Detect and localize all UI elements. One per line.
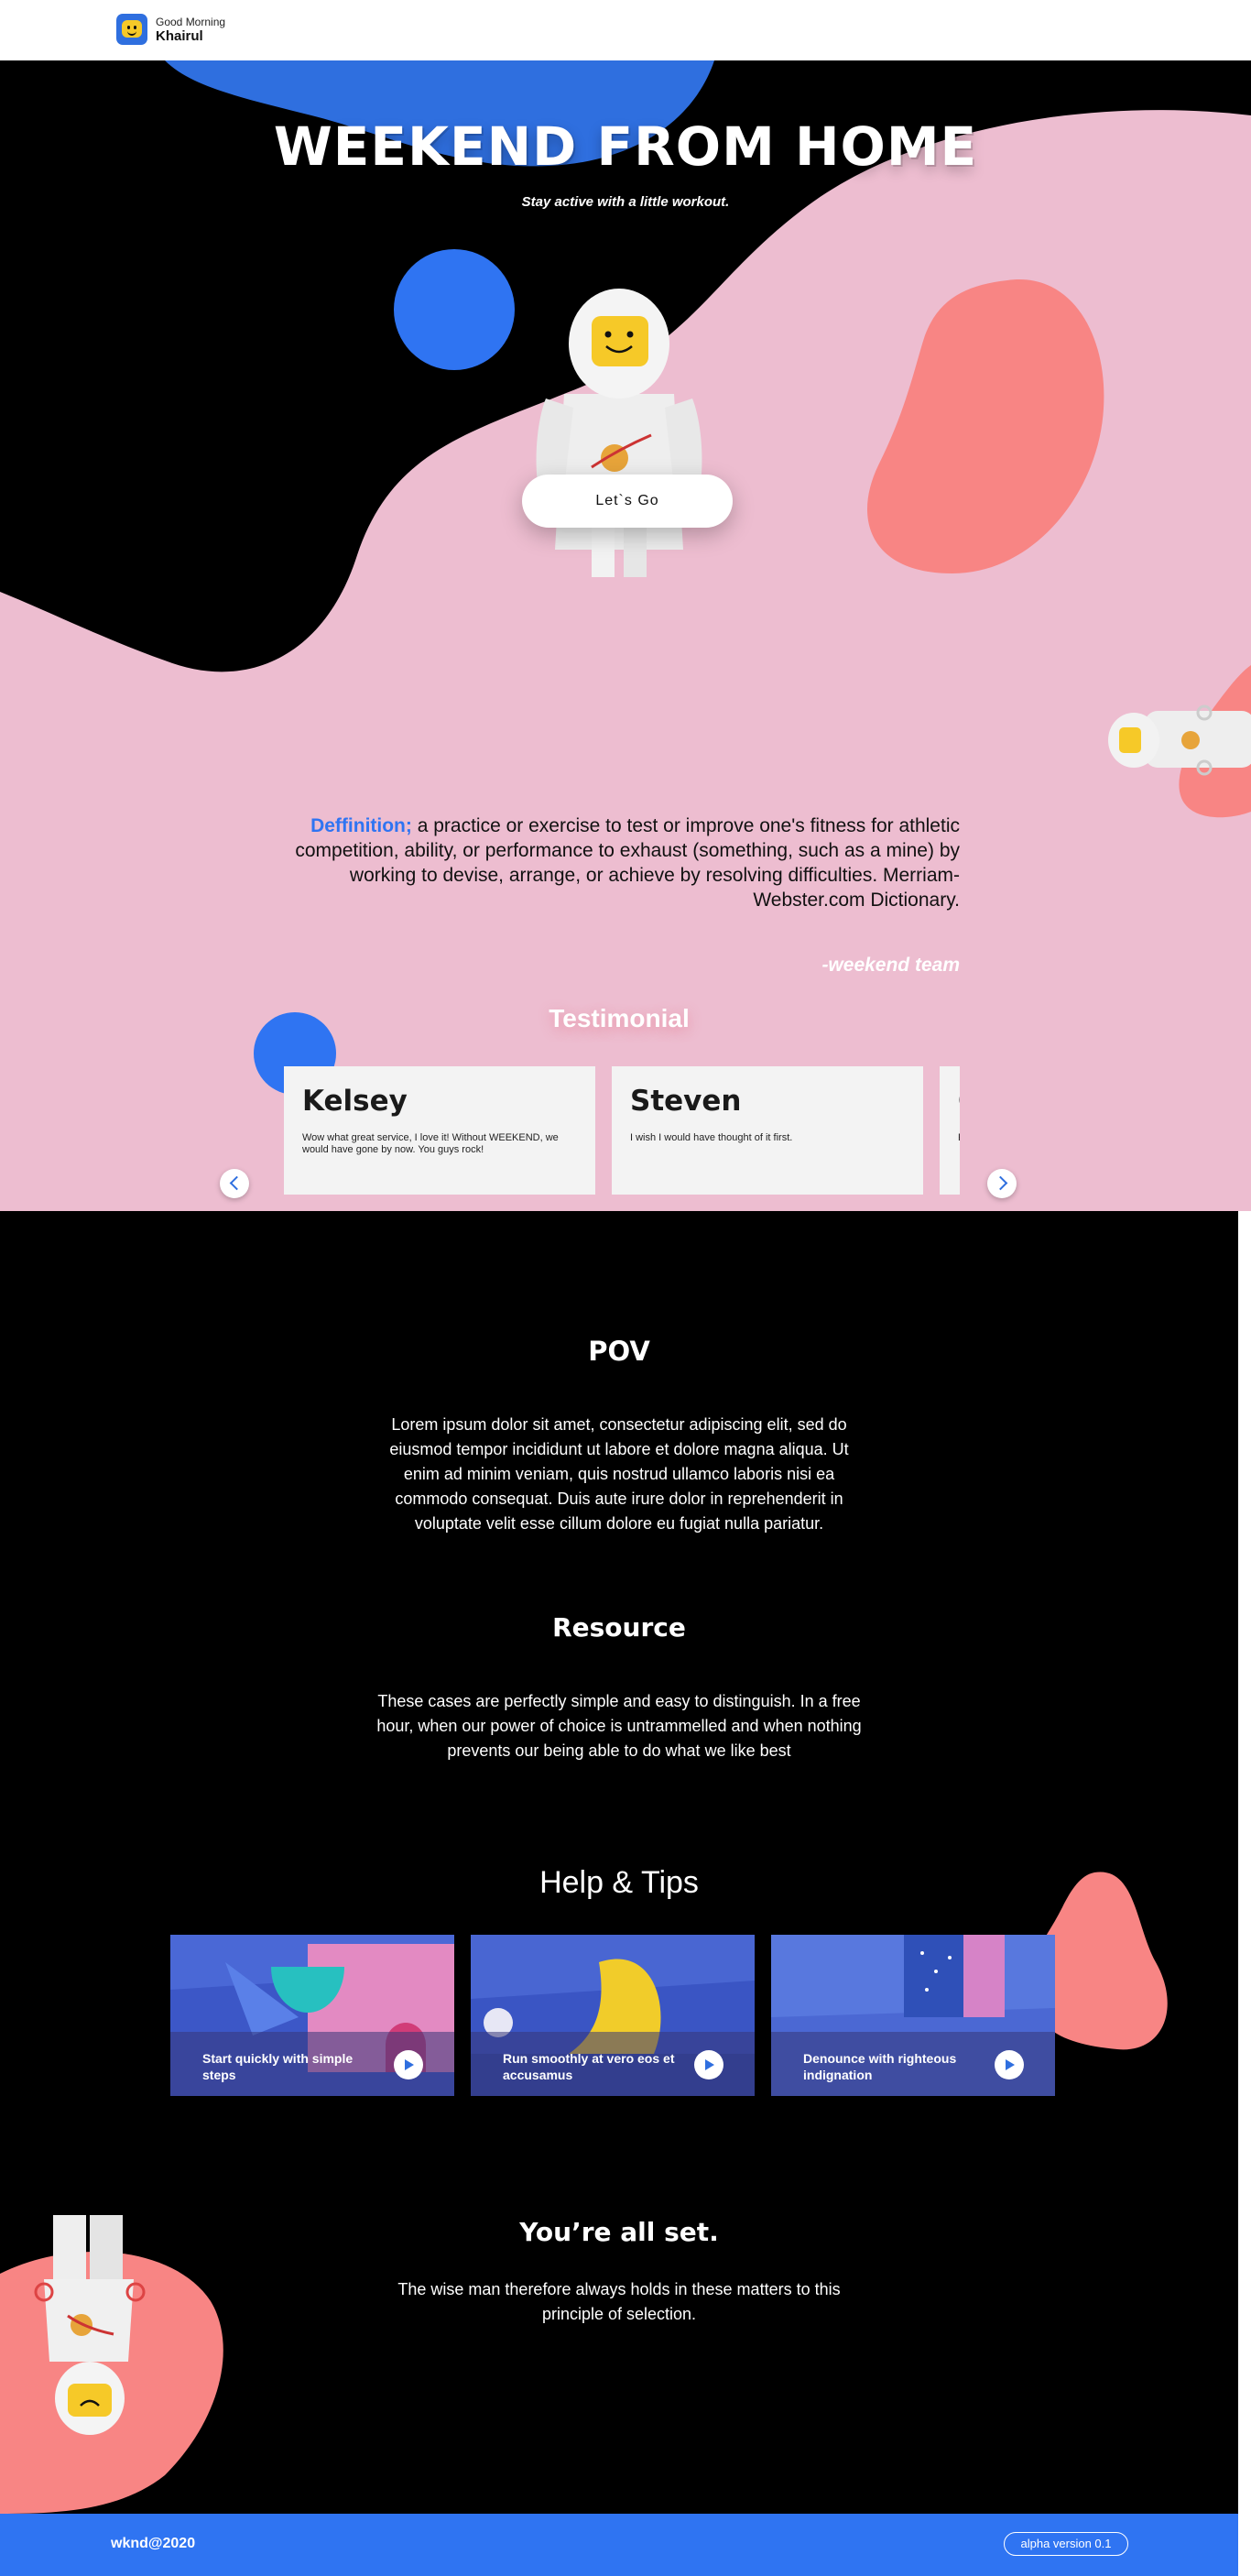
play-button[interactable]: [995, 2050, 1024, 2079]
user-name: Khairul: [156, 28, 203, 44]
help-card-label: Start quickly with simple steps: [202, 2051, 354, 2082]
testimonial-text: P: [958, 1132, 960, 1144]
testimonial-card: C P: [940, 1066, 960, 1195]
definition-text: Deffinition; a practice or exercise to t…: [275, 813, 960, 912]
hero-title: WEEKEND FROM HOME: [273, 115, 978, 178]
testimonial-text: Wow what great service, I love it! Witho…: [302, 1132, 559, 1155]
play-icon: [705, 2059, 714, 2070]
help-tips-title: Help & Tips: [539, 1865, 699, 1900]
help-card-label: Run smoothly at vero eos et accusamus: [503, 2051, 675, 2082]
footer: wknd@2020 alpha version 0.1: [0, 2514, 1238, 2576]
testimonial-title: Testimonial: [549, 1004, 690, 1032]
chevron-left-icon: [229, 1175, 245, 1191]
coral-blob: [866, 279, 1104, 573]
help-card-label: Denounce with righteous indignation: [803, 2051, 957, 2082]
footer-brand: wknd@2020: [111, 2536, 196, 2551]
testimonial-card: Steven I wish I would have thought of it…: [612, 1066, 923, 1195]
blue-circle: [394, 249, 515, 370]
top-header: Good Morning Khairul: [0, 0, 1251, 60]
play-icon: [1006, 2059, 1015, 2070]
testimonial-name: C: [958, 1085, 960, 1118]
play-button[interactable]: [694, 2050, 723, 2079]
testimonial-carousel[interactable]: Kelsey Wow what great service, I love it…: [284, 1066, 960, 1202]
chevron-right-icon: [993, 1175, 1008, 1191]
testimonial-name: Steven: [630, 1085, 742, 1118]
astronaut-small-figure: [1108, 704, 1251, 776]
avatar-icon[interactable]: [116, 14, 147, 45]
greeting-text: Good Morning: [156, 16, 226, 28]
all-set-body: The wise man therefore always holds in t…: [397, 2280, 841, 2323]
hero-background-shapes: [0, 60, 1251, 1095]
carousel-prev-button[interactable]: [220, 1169, 249, 1198]
lets-go-button[interactable]: Let`s Go: [522, 475, 733, 528]
hero-section: WEEKEND FROM HOME Stay active with a lit…: [0, 60, 1251, 1211]
play-icon: [405, 2059, 414, 2070]
play-button[interactable]: [394, 2050, 423, 2079]
all-set-title: You’re all set.: [519, 2217, 719, 2247]
help-card[interactable]: Denounce with righteous indignation: [771, 1935, 1055, 2096]
help-card[interactable]: Run smoothly at vero eos et accusamus: [471, 1935, 755, 2096]
definition-signature: -weekend team: [821, 955, 960, 976]
hero-subtitle: Stay active with a little workout.: [521, 194, 730, 210]
scrollbar[interactable]: [1238, 1211, 1251, 2576]
carousel-next-button[interactable]: [987, 1169, 1017, 1198]
testimonial-name: Kelsey: [302, 1085, 408, 1118]
definition-term: Deffinition;: [310, 815, 412, 836]
version-badge: alpha version 0.1: [1004, 2532, 1128, 2556]
help-card[interactable]: Start quickly with simple steps: [170, 1935, 454, 2096]
testimonial-card: Kelsey Wow what great service, I love it…: [284, 1066, 595, 1195]
testimonial-text: I wish I would have thought of it first.: [630, 1132, 793, 1143]
